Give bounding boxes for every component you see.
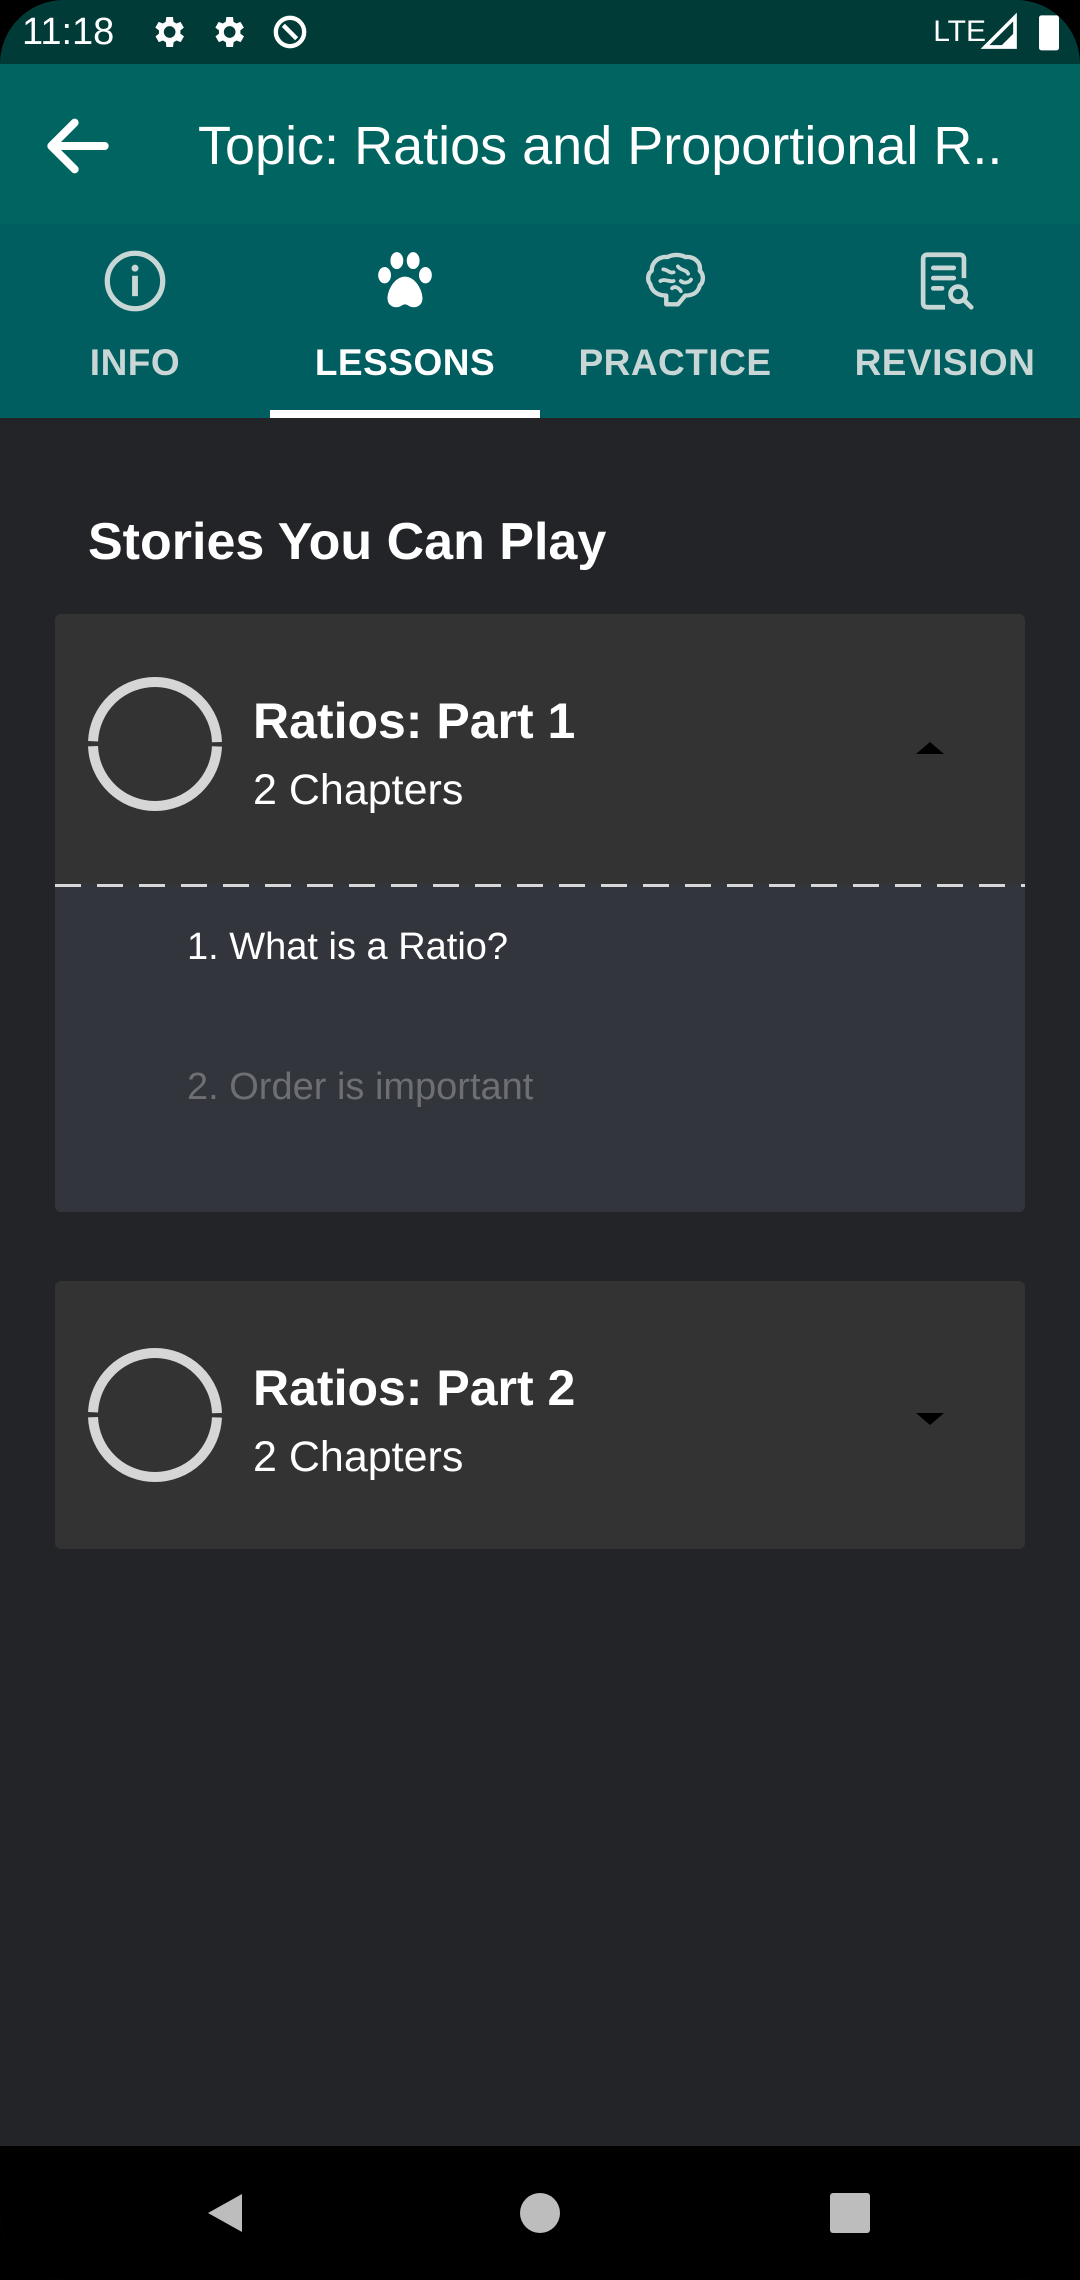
page-title: Topic: Ratios and Proportional R..: [198, 116, 1003, 176]
tab-label: PRACTICE: [578, 342, 772, 383]
settings-icon: [155, 17, 184, 47]
chapter-item-locked: 2. Order is important: [187, 1066, 534, 1108]
story-chapter-count: 2 Chapters: [253, 1433, 464, 1481]
chevron-up-icon[interactable]: [895, 724, 965, 774]
tab-label: REVISION: [854, 342, 1036, 383]
section-title: Stories You Can Play: [88, 513, 607, 571]
progress-ring: [88, 1348, 222, 1482]
home-circle-icon[interactable]: [505, 2178, 575, 2248]
chapter-item[interactable]: 1. What is a Ratio?: [187, 926, 508, 969]
arrow-back-icon[interactable]: [38, 106, 118, 186]
app-bar: Topic: Ratios and Proportional R..: [0, 64, 1080, 224]
dashed-divider: [55, 884, 1025, 887]
chapter-list: 1. What is a Ratio? 2. Order is importan…: [55, 884, 1025, 1212]
tab-label: INFO: [89, 342, 181, 383]
tab-revision[interactable]: REVISION: [810, 224, 1080, 418]
screen: 11:18 LTE Topic: Ratios and Proportional…: [0, 0, 1080, 2280]
story-title: Ratios: Part 1: [253, 693, 576, 749]
tab-label: LESSONS: [314, 342, 496, 383]
back-triangle-icon[interactable]: [190, 2178, 260, 2248]
chevron-down-icon[interactable]: [895, 1393, 965, 1443]
network-type: LTE: [933, 15, 986, 48]
system-nav-bar: [0, 2146, 1080, 2280]
revision-doc-icon: [920, 252, 974, 310]
story-card-header[interactable]: Ratios: Part 1 2 Chapters: [55, 614, 1025, 884]
signal-icon: [980, 12, 1017, 49]
data-saver-icon: [273, 15, 307, 49]
story-card: Ratios: Part 1 2 Chapters 1. What is a R…: [55, 614, 1025, 1212]
progress-ring: [88, 677, 222, 811]
story-title: Ratios: Part 2: [253, 1360, 576, 1416]
tab-lessons[interactable]: LESSONS: [270, 224, 540, 418]
battery-icon: [1039, 15, 1059, 51]
status-time: 11:18: [22, 11, 115, 53]
tab-info[interactable]: INFO: [0, 224, 270, 418]
tab-indicator: [270, 410, 540, 418]
story-chapter-count: 2 Chapters: [253, 766, 464, 814]
recents-square-icon[interactable]: [815, 2178, 885, 2248]
status-bar: 11:18 LTE: [0, 0, 1080, 64]
paw-icon: [378, 252, 432, 308]
story-card: Ratios: Part 2 2 Chapters: [55, 1281, 1025, 1549]
brain-icon: [646, 252, 706, 307]
info-icon: [104, 250, 166, 312]
tab-bar: INFO LESSONS PRACTICE REVISION: [0, 224, 1080, 418]
settings-icon: [215, 17, 244, 47]
story-card-header[interactable]: Ratios: Part 2 2 Chapters: [55, 1281, 1025, 1549]
tab-practice[interactable]: PRACTICE: [540, 224, 810, 418]
